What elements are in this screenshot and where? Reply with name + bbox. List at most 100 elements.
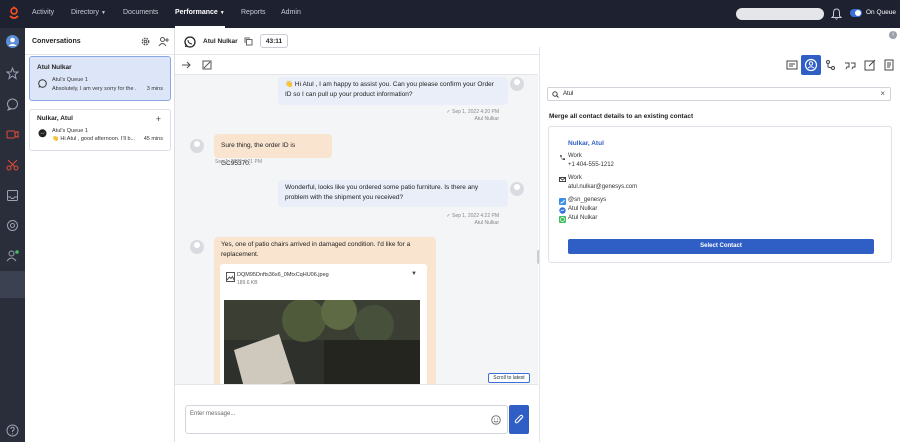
conversations-panel: Conversations Atul Nulkar Atul's Queue 1… (25, 28, 175, 442)
twitter-handle: @sn_genesys (568, 197, 607, 203)
twitter-icon (559, 198, 566, 205)
transfer-arrow-icon[interactable] (181, 60, 191, 70)
email-label: Work (568, 175, 582, 181)
agent-status-icon[interactable] (6, 249, 19, 262)
edit-icon[interactable] (860, 55, 880, 75)
attachment-size: 189.6 KB (237, 280, 258, 286)
chat-panel: Atul Nulkar 43:11 👋 Hi Atul , I am happy… (175, 28, 900, 442)
message-bubble-outbound: Wonderful, looks like you ordered some p… (278, 180, 508, 207)
phone-label: Work (568, 153, 582, 159)
phone-icon (560, 155, 565, 161)
nav-admin[interactable]: Admin (281, 0, 301, 28)
messenger-name: Atul Nulkar (568, 206, 598, 212)
on-queue-label: On Queue (866, 9, 896, 16)
image-file-icon (226, 272, 235, 282)
attachment-filename: DQM95Dnfts36s6_0MtxCqHU06.jpeg (237, 272, 329, 278)
contact-panel-tabs (539, 55, 900, 75)
agent-avatar (510, 77, 524, 91)
contact-tab[interactable] (801, 55, 821, 75)
help-icon[interactable] (6, 424, 19, 437)
user-avatar-icon[interactable] (6, 35, 19, 48)
conversation-time: 3 mins (146, 86, 163, 92)
conversation-queue: Atul's Queue 1 (52, 77, 88, 83)
conversation-card[interactable]: Nulkar, Atul + Atul's Queue 1 👋 Hi Atul … (29, 109, 171, 151)
video-icon[interactable] (6, 128, 19, 141)
journey-icon[interactable] (821, 55, 841, 75)
conversation-snippet: 👋 Hi Atul , good afternoon. I'll b... (52, 136, 136, 142)
email-address: atul.nulkar@genesys.com (568, 184, 638, 190)
scroll-to-latest-button[interactable]: Scroll to latest (488, 373, 530, 383)
chat-bubble-icon[interactable] (6, 98, 19, 111)
nav-reports[interactable]: Reports (241, 0, 266, 28)
message-author: Atul Nulkar (474, 116, 499, 122)
customer-avatar (190, 139, 204, 153)
info-icon[interactable]: i (889, 31, 897, 39)
details-tab-icon[interactable] (782, 55, 802, 75)
contact-search-icon (804, 58, 818, 72)
plus-icon[interactable]: + (156, 114, 161, 124)
message-author: Atul Nulkar (474, 220, 499, 226)
quote-icon[interactable] (840, 55, 860, 75)
nav-documents[interactable]: Documents (123, 0, 158, 28)
copy-icon[interactable] (244, 37, 253, 46)
rail-active-highlight (0, 271, 25, 298)
whatsapp-icon (38, 79, 47, 88)
whatsapp-name: Atul Nulkar (568, 215, 598, 221)
conversation-contact-name: Nulkar, Atul (37, 115, 73, 122)
message-bubble-inbound: Sure thing, the order ID is GC95370. (214, 134, 332, 167)
conversations-title: Conversations (32, 38, 81, 45)
message-text: Yes, one of patio chairs arrived in dama… (221, 241, 411, 258)
genesys-logo-icon[interactable] (7, 6, 21, 22)
nav-directory[interactable]: Directory ▼ (71, 0, 106, 28)
contact-search-input[interactable]: Atul × (547, 87, 891, 101)
at-sign-icon[interactable] (6, 219, 19, 232)
whatsapp-icon (559, 216, 566, 223)
clear-search-icon[interactable]: × (880, 89, 885, 98)
chat-toolbar (175, 55, 538, 75)
contact-result-card[interactable]: Nulkar, Atul Work +1 404-555-1212 Work a… (548, 126, 892, 263)
global-search-input[interactable] (736, 8, 824, 20)
paperclip-icon (514, 414, 524, 424)
interaction-timer: 43:11 (260, 34, 288, 48)
nav-performance[interactable]: Performance ▼ (175, 0, 225, 28)
chevron-down-icon[interactable]: ▼ (411, 271, 417, 277)
merge-heading: Merge all contact details to an existing… (549, 113, 694, 120)
chevron-down-icon: ▼ (219, 10, 225, 16)
email-icon (559, 177, 566, 182)
settings-gear-icon[interactable] (140, 36, 151, 47)
nav-activity[interactable]: Activity (32, 0, 54, 28)
phone-number: +1 404-555-1212 (568, 162, 614, 168)
select-contact-button[interactable]: Select Contact (568, 239, 874, 254)
message-timestamp: ✓ Sep 1, 2022 4:22 PM (446, 213, 499, 219)
left-rail (0, 28, 25, 442)
conversation-snippet: Absolutely, I am very sorry for the ... (52, 86, 137, 92)
agent-avatar (510, 182, 524, 196)
add-person-icon[interactable] (158, 36, 169, 47)
message-timestamp: ✓ Sep 1, 2022 4:20 PM (446, 109, 499, 115)
wrapup-icon[interactable] (202, 60, 212, 70)
emoji-icon[interactable] (491, 415, 501, 425)
chat-contact-name: Atul Nulkar (203, 38, 238, 45)
message-bubble-outbound: 👋 Hi Atul , I am happy to assist you. Ca… (278, 77, 508, 105)
message-composer: Enter message... (175, 384, 538, 442)
script-icon[interactable] (879, 55, 899, 75)
bell-icon[interactable] (831, 8, 842, 20)
customer-avatar (190, 240, 204, 254)
conversation-time: 45 mins (143, 136, 163, 142)
on-queue-toggle[interactable] (850, 9, 862, 17)
conversation-queue: Atul's Queue 1 (52, 128, 88, 134)
scissors-icon[interactable] (6, 158, 19, 171)
whatsapp-icon (184, 36, 196, 48)
message-input-placeholder: Enter message... (190, 411, 236, 417)
inbox-icon[interactable] (6, 189, 19, 202)
messenger-icon (38, 129, 47, 138)
conversations-header: Conversations (25, 28, 175, 55)
message-input[interactable]: Enter message... (185, 405, 508, 434)
chevron-down-icon: ▼ (101, 10, 106, 16)
search-icon (552, 91, 559, 98)
conversation-card[interactable]: Atul Nulkar Atul's Queue 1 Absolutely, I… (29, 56, 171, 101)
attach-button[interactable] (509, 405, 529, 434)
conversation-contact-name: Atul Nulkar (37, 64, 72, 71)
star-icon[interactable] (6, 67, 19, 80)
messenger-icon (559, 207, 566, 214)
